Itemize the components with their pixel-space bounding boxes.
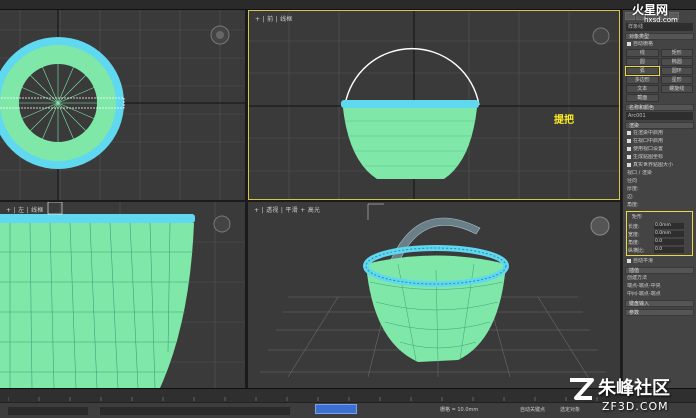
rollout-interpolation[interactable]: 插值 xyxy=(625,267,694,274)
max-app: + | 前 | 线框 提把 + | 左 | 线框 + | 透视 | 平滑 + 高… xyxy=(0,0,696,418)
prompt-line xyxy=(100,407,290,415)
checkbox-icon xyxy=(627,41,631,46)
rectangular-radio[interactable]: 矩形 xyxy=(632,214,687,221)
rollout-parameters[interactable]: 参数 xyxy=(625,309,694,316)
viewport-perspective-canvas xyxy=(260,203,610,378)
star-button[interactable]: 星形 xyxy=(660,76,693,84)
viewport-top[interactable] xyxy=(0,10,245,200)
width-field[interactable]: 0.0mm xyxy=(654,231,684,237)
radial-radio[interactable]: 径向 xyxy=(627,178,692,185)
line-button[interactable]: 线 xyxy=(626,49,659,57)
thickness-row[interactable]: 厚度: xyxy=(627,186,692,193)
angle-field[interactable]: 0.0 xyxy=(654,239,684,245)
aspect-row: 纵横比: 0.0 xyxy=(628,246,691,254)
checkbox-icon xyxy=(627,162,631,167)
auto-smooth-checkbox[interactable]: 自动平滑 xyxy=(627,258,692,265)
viewport-front-canvas xyxy=(249,11,619,199)
enable-in-renderer[interactable]: 在渲染中启用 xyxy=(627,130,692,137)
basket-body-left xyxy=(0,223,194,388)
rectangle-button[interactable]: 矩形 xyxy=(660,49,693,57)
rectangular-params-box: 矩形 长度: 0.0mm 宽度: 0.0mm 角度: 0.0 纵横比: 0.0 xyxy=(626,211,693,256)
aspect-field[interactable]: 0.0 xyxy=(654,247,684,253)
watermark-zf3d: 朱峰社区 ZF3D.COM xyxy=(566,372,696,418)
checkbox-icon xyxy=(627,130,631,135)
generate-mapping-coords[interactable]: 生成贴图坐标 xyxy=(627,154,692,161)
watermark-hxsd: 火星网 hxsd.com xyxy=(612,0,696,28)
use-viewport-settings[interactable]: 使用视口设置 xyxy=(627,146,692,153)
viewport-perspective[interactable]: + | 透视 | 平滑 + 高光 xyxy=(248,202,620,388)
basket-rim-left xyxy=(0,214,195,223)
viewport-left-label[interactable]: + | 左 | 线框 xyxy=(6,205,44,214)
object-name-field[interactable]: Arc001 xyxy=(626,112,693,120)
watermark-community: 朱峰社区 xyxy=(598,378,670,399)
section-button[interactable]: 截面 xyxy=(626,94,659,102)
circle-button[interactable]: 圆 xyxy=(626,58,659,66)
rollout-name-color[interactable]: 名称和颜色 xyxy=(625,104,694,111)
viewcube-left[interactable] xyxy=(213,215,231,233)
watermark-url: hxsd.com xyxy=(644,16,678,24)
real-world-map-size[interactable]: 真实世界贴图大小 xyxy=(627,162,692,169)
checkbox-icon xyxy=(627,154,631,159)
watermark-site: ZF3D.COM xyxy=(602,400,669,413)
menu-toolbar xyxy=(0,0,696,10)
checkbox-icon xyxy=(627,258,631,263)
ellipse-button[interactable]: 椭圆 xyxy=(660,58,693,66)
enable-in-viewport[interactable]: 在视口中启用 xyxy=(627,138,692,145)
viewport-left[interactable]: + | 左 | 线框 xyxy=(0,202,245,388)
basket-body-front xyxy=(343,108,477,179)
rollout-object-type[interactable]: 对象类型 xyxy=(625,33,694,40)
donut-button[interactable]: 圆环 xyxy=(660,67,693,75)
viewport-front-label[interactable]: + | 前 | 线框 xyxy=(255,14,293,23)
center-end-end-radio[interactable]: 中间-端点-端点 xyxy=(627,291,692,298)
handle-annotation: 提把 xyxy=(554,115,574,126)
rollout-keyboard-entry[interactable]: 键盘输入 xyxy=(625,300,694,307)
sides-row[interactable]: 边: xyxy=(627,194,692,201)
basket-rim-front xyxy=(341,100,479,108)
checkbox-icon xyxy=(627,146,631,151)
timeline-ticks xyxy=(8,397,598,401)
angle-param-row: 角度: 0.0 xyxy=(628,238,691,246)
autokey-label[interactable]: 自动关键点 xyxy=(520,406,545,413)
handle-arc xyxy=(344,47,480,106)
grid-size: 栅格 = 10.0mm xyxy=(440,407,479,413)
autogrid-checkbox[interactable]: 自动栅格 xyxy=(627,41,692,48)
shape-buttons: 线 矩形 圆 椭圆 弧 圆环 多边形 星形 文本 螺旋线 截面 xyxy=(625,49,693,102)
width-row: 宽度: 0.0mm xyxy=(628,230,691,238)
viewport-perspective-label[interactable]: + | 透视 | 平滑 + 高光 xyxy=(254,205,320,214)
command-panel: 样条线 对象类型 自动栅格 线 矩形 圆 椭圆 弧 圆环 多边形 星形 文本 螺… xyxy=(622,10,696,388)
helix-button[interactable]: 螺旋线 xyxy=(660,85,693,93)
text-button[interactable]: 文本 xyxy=(626,85,659,93)
viewport-render-radio[interactable]: 视口 / 渲染 xyxy=(627,170,692,177)
create-method-label: 创建方法 xyxy=(627,275,648,281)
length-row: 长度: 0.0mm xyxy=(628,222,691,230)
viewcube-perspective[interactable] xyxy=(590,216,610,236)
arc-button[interactable]: 弧 xyxy=(625,66,660,76)
viewport-top-canvas xyxy=(0,10,245,200)
angle-row[interactable]: 角度: xyxy=(627,202,692,209)
rollout-rendering[interactable]: 渲染 xyxy=(625,122,694,129)
end-end-middle-radio[interactable]: 端点-端点-中央 xyxy=(627,283,692,290)
maxscript-listener[interactable] xyxy=(8,407,88,415)
ngon-button[interactable]: 多边形 xyxy=(626,76,659,84)
checkbox-icon xyxy=(627,138,631,143)
viewcube-front[interactable] xyxy=(592,27,610,45)
length-field[interactable]: 0.0mm xyxy=(654,223,684,229)
playback-highlight-button[interactable] xyxy=(315,404,357,414)
viewport-front[interactable]: + | 前 | 线框 提把 xyxy=(248,10,620,200)
viewport-left-canvas xyxy=(0,202,245,388)
zf-logo-icon xyxy=(570,378,594,400)
